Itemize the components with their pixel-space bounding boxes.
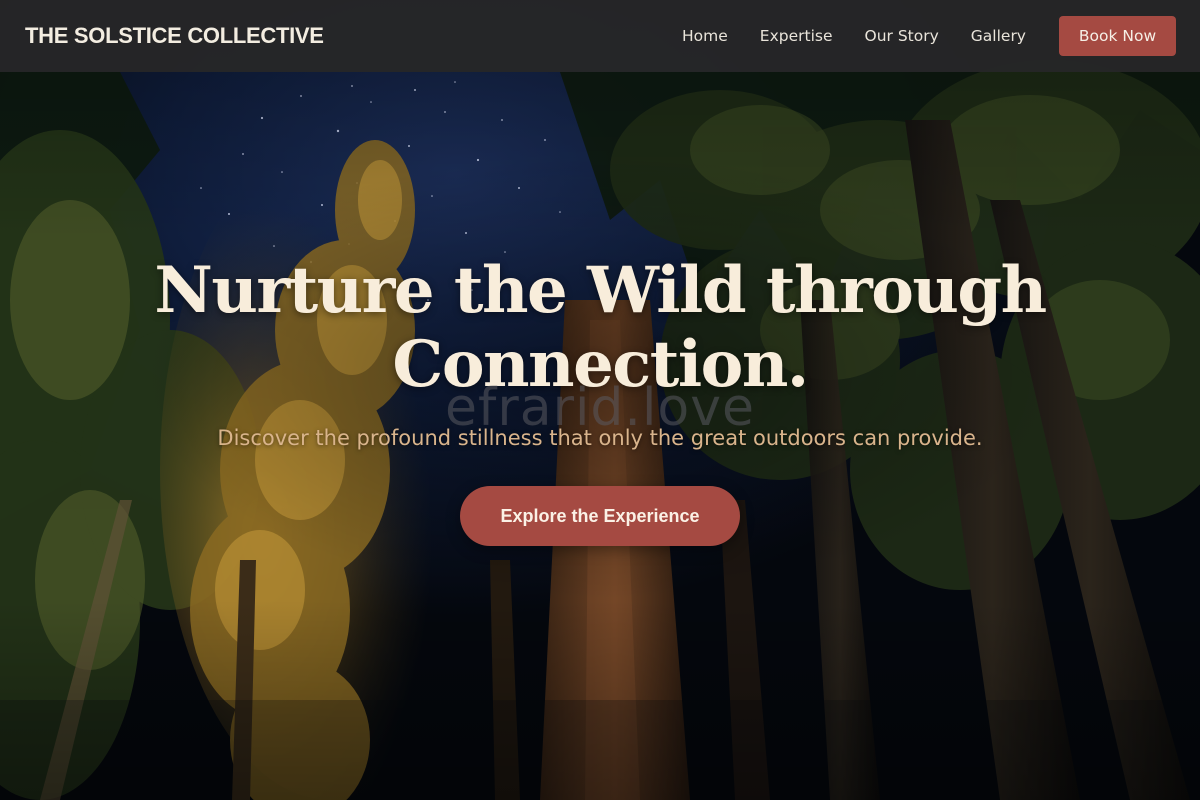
nav-link-gallery[interactable]: Gallery <box>971 27 1026 45</box>
hero-subtitle: Discover the profound stillness that onl… <box>217 426 983 450</box>
hero-title: Nurture the Wild through Connection. <box>100 254 1100 402</box>
landing-page: THE SOLSTICE COLLECTIVE Home Expertise O… <box>0 0 1200 800</box>
nav-link-our-story[interactable]: Our Story <box>865 27 939 45</box>
nav-link-expertise[interactable]: Expertise <box>760 27 833 45</box>
explore-experience-button[interactable]: Explore the Experience <box>460 486 740 546</box>
nav-link-home[interactable]: Home <box>682 27 728 45</box>
hero-section: Nurture the Wild through Connection. efr… <box>0 0 1200 800</box>
main-nav: Home Expertise Our Story Gallery Book No… <box>682 16 1176 56</box>
book-now-button[interactable]: Book Now <box>1059 16 1176 56</box>
hero-title-line-1: Nurture the Wild through <box>154 253 1047 328</box>
hero-title-line-2: Connection. <box>392 327 809 402</box>
brand-logo[interactable]: THE SOLSTICE COLLECTIVE <box>25 23 324 49</box>
top-navbar: THE SOLSTICE COLLECTIVE Home Expertise O… <box>0 0 1200 72</box>
